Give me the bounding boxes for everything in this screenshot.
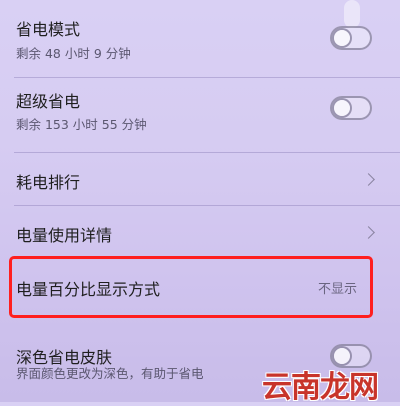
- watermark-logo: 云南龙网: [262, 370, 379, 405]
- toggle-knob: [334, 100, 350, 116]
- usage-details-row[interactable]: 电量使用详情: [0, 206, 400, 256]
- dark-skin-subtitle: 界面颜色更改为深色，有助于省电: [16, 366, 204, 381]
- power-ranking-title: 耗电排行: [16, 173, 81, 192]
- highlight-box: [9, 256, 373, 318]
- power-saving-mode-subtitle: 剩余 48 小时 9 分钟: [16, 46, 131, 61]
- power-saving-mode-row[interactable]: 省电模式 剩余 48 小时 9 分钟: [0, 0, 400, 78]
- power-ranking-row[interactable]: 耗电排行: [0, 153, 400, 206]
- battery-settings-list: 省电模式 剩余 48 小时 9 分钟 超级省电 剩余 153 小时 55 分钟 …: [0, 0, 400, 405]
- ultra-power-saving-row[interactable]: 超级省电 剩余 153 小时 55 分钟: [0, 78, 400, 152]
- chevron-right-icon: [362, 226, 375, 239]
- toggle-knob: [334, 30, 350, 46]
- ultra-power-saving-title: 超级省电: [16, 92, 81, 111]
- power-saving-mode-title: 省电模式: [16, 20, 81, 39]
- usage-details-title: 电量使用详情: [16, 226, 113, 245]
- ultra-power-saving-toggle[interactable]: [330, 96, 372, 120]
- chevron-right-icon: [362, 173, 375, 186]
- ultra-power-saving-subtitle: 剩余 153 小时 55 分钟: [16, 117, 147, 132]
- power-saving-mode-toggle[interactable]: [330, 26, 372, 50]
